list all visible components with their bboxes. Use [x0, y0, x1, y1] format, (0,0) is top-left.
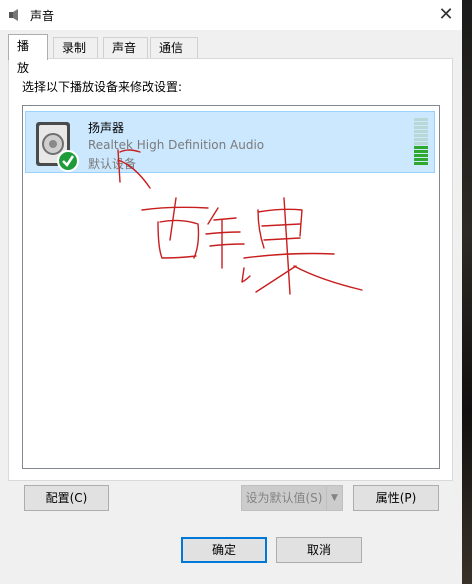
- button-label: 设为默认值(S): [245, 491, 323, 505]
- device-status: 默认设备: [88, 157, 137, 171]
- ok-button[interactable]: 确定: [181, 537, 267, 563]
- button-label: 确定: [211, 543, 236, 557]
- set-default-button[interactable]: 设为默认值(S): [241, 485, 327, 511]
- level-meter-segment: [414, 138, 428, 141]
- properties-button[interactable]: 属性(P): [353, 485, 439, 511]
- tab-sounds[interactable]: 声音: [103, 37, 148, 59]
- chevron-down-icon: ▼: [331, 493, 338, 503]
- button-label: 配置(C): [45, 491, 88, 505]
- title-bar: 声音 ✕: [0, 0, 462, 30]
- configure-button[interactable]: 配置(C): [24, 485, 109, 511]
- speaker-icon: [36, 122, 79, 172]
- cancel-button[interactable]: 取消: [276, 537, 362, 563]
- device-list[interactable]: 扬声器 Realtek High Definition Audio 默认设备: [22, 105, 440, 469]
- level-meter-segment: [414, 142, 428, 145]
- level-meter-segment: [414, 126, 428, 129]
- device-name: 扬声器: [88, 121, 125, 135]
- device-item-speaker[interactable]: 扬声器 Realtek High Definition Audio 默认设备: [25, 111, 435, 173]
- checkmark-icon: [57, 150, 79, 172]
- volume-level-meter: [414, 118, 428, 165]
- level-meter-segment: [414, 122, 428, 125]
- level-meter-segment: [414, 134, 428, 137]
- tab-label: 声音: [112, 41, 137, 55]
- level-meter-segment: [414, 154, 428, 157]
- level-meter-segment: [414, 158, 428, 161]
- tab-label: 录制: [62, 41, 87, 55]
- tab-communications[interactable]: 通信: [150, 37, 198, 59]
- close-icon: ✕: [438, 3, 454, 25]
- level-meter-segment: [414, 162, 428, 165]
- level-meter-segment: [414, 118, 428, 121]
- set-default-dropdown-button[interactable]: ▼: [326, 485, 343, 511]
- level-meter-segment: [414, 150, 428, 153]
- tab-label: 播放: [17, 39, 30, 75]
- level-meter-segment: [414, 146, 428, 149]
- close-button[interactable]: ✕: [430, 0, 462, 28]
- button-label: 取消: [306, 543, 331, 557]
- tab-recording[interactable]: 录制: [53, 37, 98, 59]
- tab-playback[interactable]: 播放: [8, 34, 48, 75]
- device-description: Realtek High Definition Audio: [88, 138, 265, 152]
- speaker-icon: [9, 9, 18, 21]
- button-label: 属性(P): [375, 491, 417, 505]
- instruction-text: 选择以下播放设备来修改设置:: [22, 80, 183, 94]
- level-meter-segment: [414, 130, 428, 133]
- window-title: 声音: [30, 9, 55, 23]
- desktop-background-strip: [462, 0, 472, 584]
- tab-label: 通信: [159, 41, 184, 55]
